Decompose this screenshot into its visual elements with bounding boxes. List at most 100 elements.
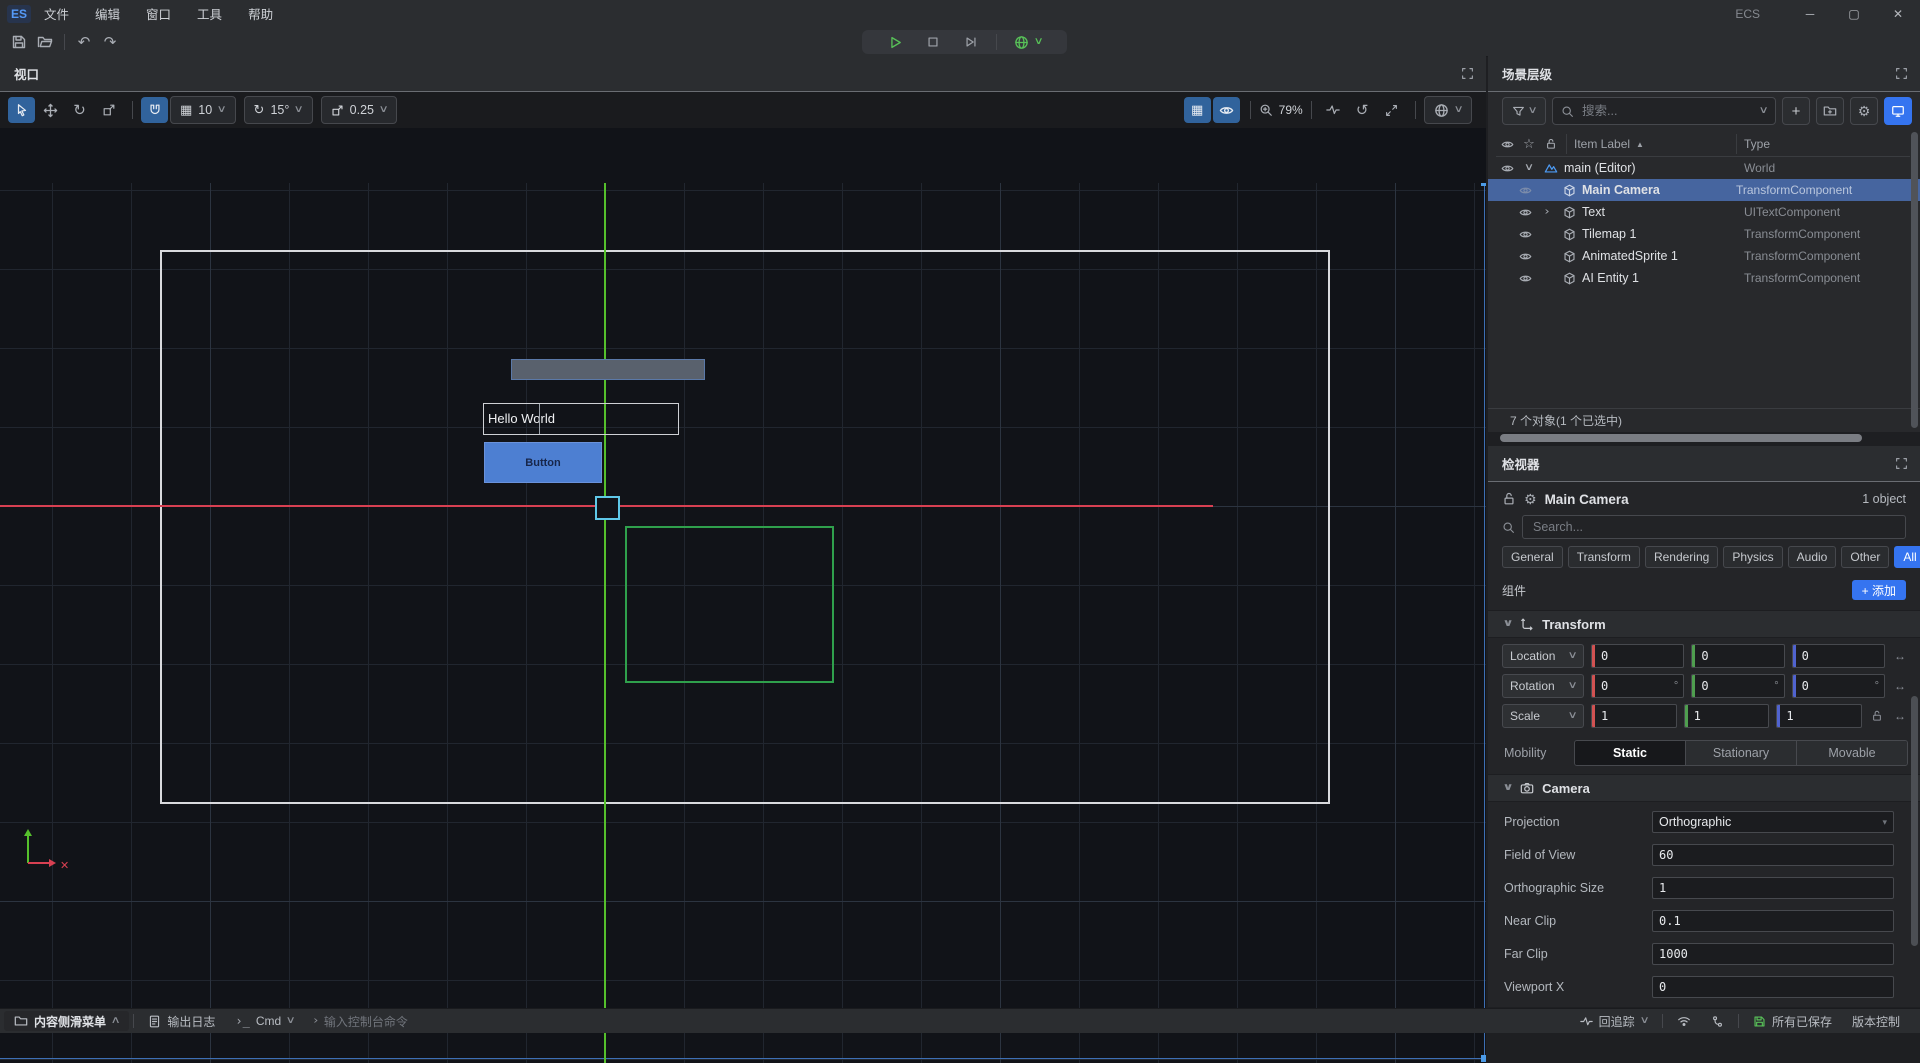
hierarchy-row-animatedsprite[interactable]: AnimatedSprite 1 TransformComponent xyxy=(1496,245,1910,267)
tab-all[interactable]: All xyxy=(1894,546,1920,568)
location-z-field[interactable]: 0 xyxy=(1792,644,1885,668)
gear-icon[interactable]: ⚙ xyxy=(1524,491,1537,508)
inspector-search[interactable] xyxy=(1522,515,1906,539)
viewport-x-input[interactable]: 0 xyxy=(1652,976,1894,998)
add-entity-button[interactable]: + xyxy=(1782,97,1810,125)
scale-x-field[interactable]: 1 xyxy=(1591,704,1677,728)
move-tool-button[interactable] xyxy=(37,97,64,123)
console-command-input[interactable]: › 输入控制台命令 xyxy=(304,1009,417,1033)
scale-dropdown[interactable]: Scale∨ xyxy=(1502,704,1584,728)
row-label[interactable]: Tilemap 1 xyxy=(1582,227,1636,241)
inspector-search-input[interactable] xyxy=(1531,519,1897,535)
menu-help[interactable]: 帮助 xyxy=(235,0,286,27)
column-item-label[interactable]: Item Label xyxy=(1574,137,1630,151)
filter-dropdown[interactable]: ∨ xyxy=(1502,97,1546,125)
network-status-button[interactable] xyxy=(1667,1009,1701,1033)
menu-window[interactable]: 窗口 xyxy=(133,0,184,27)
hierarchy-row-main-camera[interactable]: Main Camera TransformComponent xyxy=(1488,179,1920,201)
rotation-x-field[interactable]: 0° xyxy=(1591,674,1684,698)
version-control-button[interactable]: 版本控制 xyxy=(1842,1009,1910,1033)
projection-dropdown[interactable]: Orthographic ▾ xyxy=(1652,811,1894,833)
button-widget[interactable]: Button xyxy=(484,442,602,483)
stop-button[interactable] xyxy=(914,30,952,54)
scene-canvas[interactable]: Hello World Button ✕ xyxy=(0,183,1486,1063)
hierarchy-search[interactable]: ∨ xyxy=(1552,97,1776,125)
scrollbar-thumb[interactable] xyxy=(1500,434,1862,442)
content-drawer-button[interactable]: 内容侧滑菜单 ∧ xyxy=(4,1011,129,1031)
save-button[interactable] xyxy=(6,30,32,54)
eye-icon[interactable] xyxy=(1514,272,1536,285)
mobility-static[interactable]: Static xyxy=(1575,741,1686,765)
toggle-grid-button[interactable]: ▦ xyxy=(1184,97,1211,123)
add-component-button[interactable]: + 添加 xyxy=(1852,580,1906,600)
field-of-view-input[interactable]: 60 xyxy=(1652,844,1894,866)
link-axes-icon[interactable]: ↔ xyxy=(1892,649,1908,663)
hierarchy-row-text[interactable]: › Text UITextComponent xyxy=(1496,201,1910,223)
new-folder-button[interactable] xyxy=(1816,97,1844,125)
inspector-vertical-scrollbar[interactable] xyxy=(1911,696,1918,946)
row-label[interactable]: Main Camera xyxy=(1582,183,1660,197)
location-dropdown[interactable]: Location∨ xyxy=(1502,644,1584,668)
row-label[interactable]: main (Editor) xyxy=(1564,161,1636,175)
world-dropdown[interactable]: ∨ xyxy=(1424,96,1472,124)
expand-panel-icon[interactable] xyxy=(1895,67,1908,80)
fit-view-button[interactable] xyxy=(1378,97,1405,123)
expander-chevron-down-icon[interactable]: ∨ xyxy=(1514,163,1545,173)
expand-panel-icon[interactable] xyxy=(1895,457,1908,470)
rotate-tool-button[interactable]: ↻ xyxy=(66,97,93,123)
maximize-button[interactable]: ▢ xyxy=(1832,0,1876,27)
row-label[interactable]: Text xyxy=(1582,205,1605,219)
row-label[interactable]: AnimatedSprite 1 xyxy=(1582,249,1678,263)
near-clip-input[interactable]: 0.1 xyxy=(1652,910,1894,932)
tab-physics[interactable]: Physics xyxy=(1723,546,1782,568)
link-axes-icon[interactable]: ↔ xyxy=(1892,709,1908,723)
play-button[interactable] xyxy=(876,30,914,54)
tilemap-bounds-rect[interactable] xyxy=(625,526,834,683)
hierarchy-vertical-scrollbar[interactable] xyxy=(1911,132,1918,428)
hierarchy-row-ai-entity[interactable]: AI Entity 1 TransformComponent xyxy=(1496,267,1910,289)
app-logo[interactable]: ES xyxy=(7,5,31,23)
rotation-dropdown[interactable]: Rotation∨ xyxy=(1502,674,1584,698)
minimize-button[interactable]: ─ xyxy=(1788,0,1832,27)
selection-handle[interactable] xyxy=(1481,183,1486,186)
unlock-icon[interactable] xyxy=(1502,492,1516,506)
snap-tool-button[interactable] xyxy=(141,97,168,123)
eye-icon[interactable] xyxy=(1514,228,1536,241)
close-button[interactable]: ✕ xyxy=(1876,0,1920,27)
eye-icon[interactable] xyxy=(1514,250,1536,263)
branch-button[interactable] xyxy=(1701,1009,1734,1033)
toggle-visibility-button[interactable] xyxy=(1213,97,1240,123)
trace-dropdown[interactable]: 回追踪 ∨ xyxy=(1570,1009,1658,1033)
select-tool-button[interactable] xyxy=(8,97,35,123)
tab-audio[interactable]: Audio xyxy=(1788,546,1837,568)
save-status[interactable]: 所有已保存 xyxy=(1743,1009,1842,1033)
undo-button[interactable]: ↶ xyxy=(71,30,97,54)
menu-edit[interactable]: 编辑 xyxy=(82,0,133,27)
cmd-dropdown[interactable]: ›_ Cmd ∨ xyxy=(225,1009,304,1033)
run-target-dropdown[interactable]: ∨ xyxy=(1003,30,1053,54)
tab-transform[interactable]: Transform xyxy=(1568,546,1640,568)
scale-z-field[interactable]: 1 xyxy=(1776,704,1862,728)
hierarchy-row-main[interactable]: ∨ main (Editor) World xyxy=(1496,157,1910,179)
mobility-stationary[interactable]: Stationary xyxy=(1686,741,1797,765)
output-log-button[interactable]: 输出日志 xyxy=(138,1009,225,1033)
rotation-z-field[interactable]: 0° xyxy=(1792,674,1885,698)
selection-handle[interactable] xyxy=(1481,1055,1486,1062)
far-clip-input[interactable]: 1000 xyxy=(1652,943,1894,965)
settings-button[interactable]: ⚙ xyxy=(1850,97,1878,125)
location-y-field[interactable]: 0 xyxy=(1691,644,1784,668)
view-mode-button[interactable] xyxy=(1884,97,1912,125)
scale-y-field[interactable]: 1 xyxy=(1684,704,1770,728)
hierarchy-horizontal-scrollbar[interactable] xyxy=(1496,434,1912,442)
hierarchy-search-input[interactable] xyxy=(1580,103,1754,119)
scale-tool-button[interactable] xyxy=(95,97,122,123)
uniform-scale-lock-icon[interactable] xyxy=(1869,709,1885,723)
mobility-movable[interactable]: Movable xyxy=(1797,741,1907,765)
eye-icon[interactable] xyxy=(1514,184,1536,197)
orthographic-size-input[interactable]: 1 xyxy=(1652,877,1894,899)
location-x-field[interactable]: 0 xyxy=(1591,644,1684,668)
camera-gizmo-box[interactable] xyxy=(595,496,620,520)
menu-file[interactable]: 文件 xyxy=(31,0,82,27)
row-label[interactable]: AI Entity 1 xyxy=(1582,271,1639,285)
expander-chevron-right-icon[interactable]: › xyxy=(1532,207,1563,217)
